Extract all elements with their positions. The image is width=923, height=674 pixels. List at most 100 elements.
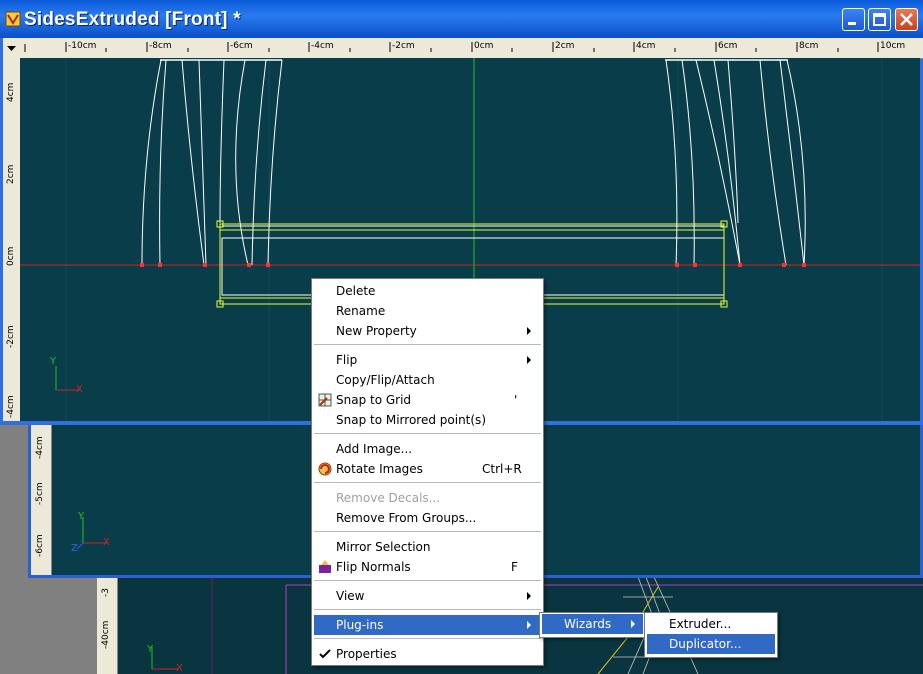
axis-y-label: Y — [78, 511, 85, 522]
ruler-label: -4cm — [6, 395, 16, 418]
ruler-label: -10cm — [68, 41, 97, 51]
submenu-arrow-icon — [527, 327, 531, 335]
menu-item-flip-normals[interactable]: Flip Normals F — [314, 557, 539, 577]
minimize-icon — [848, 22, 856, 25]
axis-x-label: X — [176, 663, 183, 674]
wizards-submenu: Wizards — [539, 612, 648, 638]
menu-item-label: Wizards — [564, 617, 612, 631]
ruler-label: -4cm — [311, 41, 334, 51]
ruler-label: -2cm — [6, 325, 16, 348]
horizontal-ruler[interactable]: -10cm -8cm -6cm -4cm -2cm 0cm 2cm 4cm 6c… — [20, 38, 923, 59]
ruler-label: -4cm — [35, 436, 45, 459]
plugin-submenu: Extruder... Duplicator... — [644, 612, 778, 658]
maximize-button[interactable] — [868, 8, 891, 31]
maximize-icon — [873, 13, 886, 26]
menu-item-label: Remove Decals... — [336, 491, 441, 505]
menu-item-label: New Property — [336, 324, 417, 338]
close-icon — [900, 13, 913, 26]
ruler-label: 2cm — [6, 164, 16, 184]
menu-item-plug-ins[interactable]: Plug-ins — [314, 615, 539, 635]
menu-item-snap-to-grid[interactable]: Snap to Grid ' — [314, 390, 539, 410]
snap-grid-icon — [318, 393, 332, 407]
axis-x-label: X — [103, 537, 110, 548]
menu-item-label: Snap to Grid — [336, 393, 412, 407]
ruler-label: 0cm — [6, 246, 16, 266]
menu-item-rename[interactable]: Rename — [314, 301, 539, 321]
menu-item-extruder[interactable]: Extruder... — [647, 614, 775, 634]
menu-item-flip[interactable]: Flip — [314, 350, 539, 370]
menu-item-label: Mirror Selection — [336, 540, 431, 554]
minimize-button[interactable] — [842, 8, 865, 31]
menu-item-label: Rotate Images — [336, 462, 423, 476]
submenu-arrow-icon — [631, 620, 635, 628]
ruler-label: 8cm — [799, 41, 819, 51]
title-bar[interactable]: SidesExtruded [Front] * — [0, 0, 923, 38]
dropdown-arrow-icon — [7, 46, 16, 51]
menu-item-label: Flip Normals — [336, 560, 411, 574]
menu-item-view[interactable]: View — [314, 586, 539, 606]
vertical-ruler[interactable]: 4cm 2cm 0cm -2cm -4cm — [3, 58, 21, 421]
menu-item-mirror-selection[interactable]: Mirror Selection — [314, 537, 539, 557]
menu-separator — [314, 580, 541, 581]
submenu-arrow-icon — [527, 592, 531, 600]
menu-item-label: Properties — [336, 647, 397, 661]
menu-item-remove-from-groups[interactable]: Remove From Groups... — [314, 508, 539, 528]
close-button[interactable] — [895, 8, 918, 31]
ruler-label: -5cm — [35, 482, 45, 505]
axis-x-label: X — [76, 384, 83, 395]
ruler-corner-dropdown[interactable] — [3, 38, 21, 58]
ruler-label: 6cm — [718, 41, 738, 51]
menu-separator — [314, 344, 541, 345]
menu-item-duplicator[interactable]: Duplicator... — [647, 634, 775, 654]
rotate-images-icon — [318, 462, 332, 476]
menu-item-properties[interactable]: Properties — [314, 644, 539, 664]
ruler-label: 2cm — [555, 41, 575, 51]
axis-y-label: Y — [147, 644, 154, 655]
context-menu: Delete Rename New Property Flip Copy/Fli… — [311, 278, 544, 666]
ruler-label: -3 — [101, 588, 111, 597]
menu-separator — [314, 531, 541, 532]
submenu-arrow-icon — [527, 356, 531, 364]
submenu-arrow-icon — [527, 621, 531, 629]
second-vertical-ruler[interactable]: -4cm -5cm -6cm — [31, 425, 52, 575]
axis-y-label: Y — [50, 356, 57, 367]
ruler-label: -8cm — [149, 41, 172, 51]
menu-item-snap-to-mirrored[interactable]: Snap to Mirrored point(s) — [314, 410, 539, 430]
ruler-label: -6cm — [230, 41, 253, 51]
menu-item-label: Delete — [336, 284, 376, 298]
menu-item-label: View — [336, 589, 365, 603]
axis-z-label: Z — [71, 543, 78, 554]
menu-item-label: Flip — [336, 353, 358, 367]
ruler-label: 10cm — [880, 41, 906, 51]
ruler-label: -6cm — [35, 534, 45, 557]
ruler-label: 4cm — [6, 82, 16, 102]
ruler-label: 0cm — [474, 41, 494, 51]
menu-item-new-property[interactable]: New Property — [314, 321, 539, 341]
menu-item-label: Duplicator... — [669, 637, 742, 651]
ruler-label: 4cm — [636, 41, 656, 51]
menu-item-shortcut: Ctrl+R — [482, 462, 522, 476]
menu-separator — [314, 609, 541, 610]
menu-separator — [314, 638, 541, 639]
window-title: SidesExtruded [Front] * — [24, 9, 241, 30]
menu-item-delete[interactable]: Delete — [314, 281, 539, 301]
third-vertical-ruler[interactable]: -3 -40cm — [97, 577, 118, 674]
flip-normals-icon — [319, 560, 331, 573]
menu-item-add-image[interactable]: Add Image... — [314, 439, 539, 459]
menu-item-label: Add Image... — [336, 442, 413, 456]
menu-item-shortcut: ' — [514, 393, 518, 407]
ruler-label: -2cm — [392, 41, 415, 51]
menu-item-label: Remove From Groups... — [336, 511, 477, 525]
menu-item-copy-flip-attach[interactable]: Copy/Flip/Attach — [314, 370, 539, 390]
checkmark-icon — [319, 649, 331, 659]
menu-separator — [314, 482, 541, 483]
app-icon[interactable] — [5, 11, 21, 27]
menu-item-rotate-images[interactable]: Rotate Images Ctrl+R — [314, 459, 539, 479]
menu-item-label: Extruder... — [669, 617, 732, 631]
menu-item-shortcut: F — [511, 560, 518, 574]
menu-item-label: Copy/Flip/Attach — [336, 373, 435, 387]
menu-item-label: Rename — [336, 304, 386, 318]
menu-item-label: Snap to Mirrored point(s) — [336, 413, 486, 427]
menu-item-wizards[interactable]: Wizards — [542, 614, 643, 634]
menu-item-label: Plug-ins — [336, 618, 384, 632]
